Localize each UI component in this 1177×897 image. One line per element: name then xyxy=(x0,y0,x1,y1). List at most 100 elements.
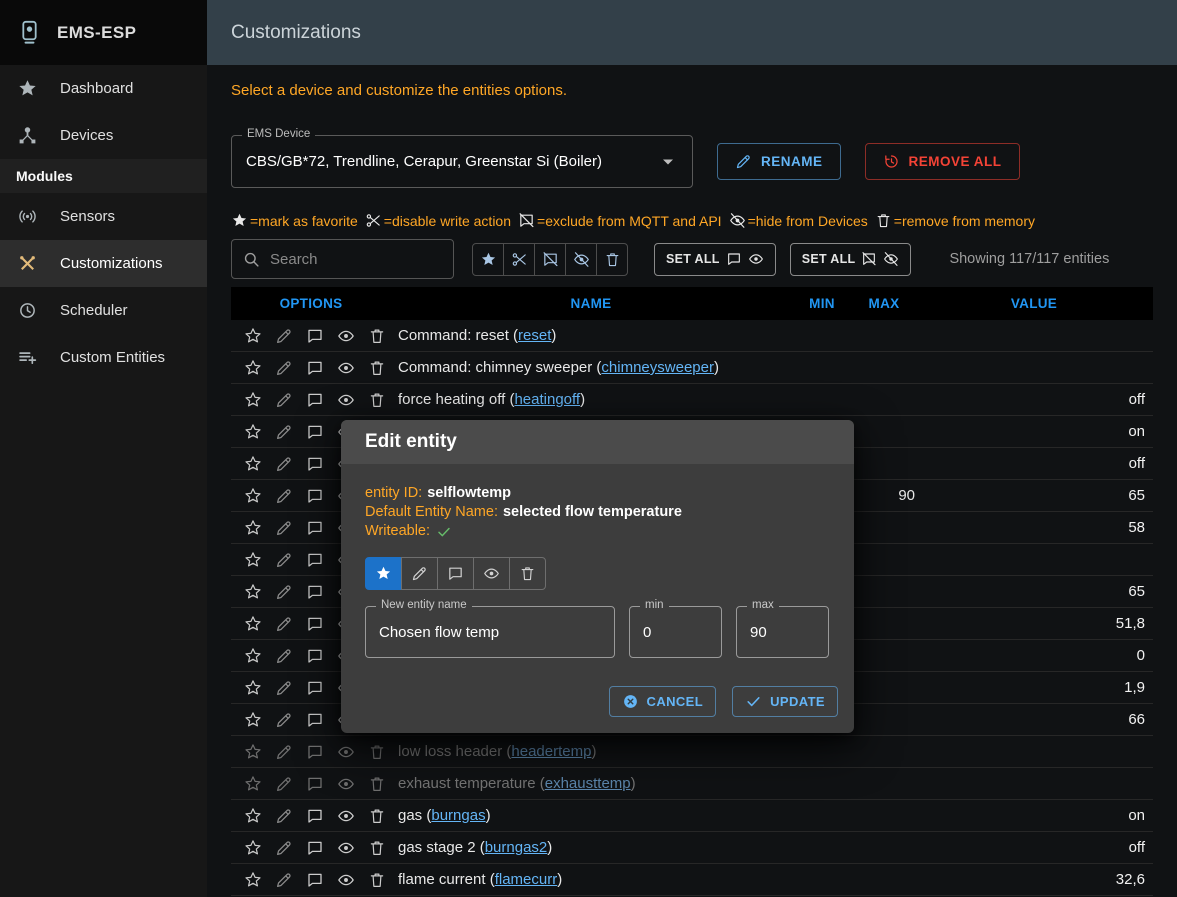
remove-from-memory-button[interactable] xyxy=(361,386,392,414)
dialog-toggle-star-button[interactable] xyxy=(365,557,402,590)
max-field[interactable]: max90 xyxy=(736,606,829,658)
favorite-star-button[interactable] xyxy=(237,866,268,894)
remove-from-memory-button[interactable] xyxy=(361,738,392,766)
remove-all-button[interactable]: REMOVE ALL xyxy=(865,143,1020,180)
favorite-star-button[interactable] xyxy=(237,482,268,510)
dialog-toggle-eye-button[interactable] xyxy=(473,557,510,590)
edit-entity-button[interactable] xyxy=(268,322,299,350)
sidebar-item-scheduler[interactable]: Scheduler xyxy=(0,287,207,334)
new-entity-name-field[interactable]: New entity nameChosen flow temp xyxy=(365,606,615,658)
remove-from-memory-button[interactable] xyxy=(361,834,392,862)
edit-entity-button[interactable] xyxy=(268,418,299,446)
mqtt-exclude-button[interactable] xyxy=(299,642,330,670)
entity-id-link[interactable]: exhausttemp xyxy=(545,775,631,792)
mqtt-exclude-button[interactable] xyxy=(299,770,330,798)
mqtt-exclude-button[interactable] xyxy=(299,418,330,446)
mqtt-exclude-button[interactable] xyxy=(299,706,330,734)
mqtt-exclude-button[interactable] xyxy=(299,610,330,638)
mqtt-exclude-button[interactable] xyxy=(299,578,330,606)
favorite-star-button[interactable] xyxy=(237,642,268,670)
remove-from-memory-button[interactable] xyxy=(361,770,392,798)
cancel-button[interactable]: CANCEL xyxy=(609,686,717,717)
search-input[interactable] xyxy=(270,251,443,268)
filter-trash-button[interactable] xyxy=(596,243,628,276)
sidebar-item-sensors[interactable]: Sensors xyxy=(0,193,207,240)
sidebar-item-devices[interactable]: Devices xyxy=(0,112,207,159)
favorite-star-button[interactable] xyxy=(237,578,268,606)
mqtt-exclude-button[interactable] xyxy=(299,834,330,862)
edit-entity-button[interactable] xyxy=(268,706,299,734)
favorite-star-button[interactable] xyxy=(237,354,268,382)
filter-scissors-button[interactable] xyxy=(503,243,535,276)
entity-id-link[interactable]: burngas xyxy=(431,807,485,824)
dialog-toggle-trash-button[interactable] xyxy=(509,557,546,590)
hide-from-devices-button[interactable] xyxy=(330,834,361,862)
favorite-star-button[interactable] xyxy=(237,802,268,830)
dialog-toggle-pencil-button[interactable] xyxy=(401,557,438,590)
mqtt-exclude-button[interactable] xyxy=(299,674,330,702)
favorite-star-button[interactable] xyxy=(237,450,268,478)
edit-entity-button[interactable] xyxy=(268,674,299,702)
mqtt-exclude-button[interactable] xyxy=(299,866,330,894)
rename-button[interactable]: RENAME xyxy=(717,143,841,180)
mqtt-exclude-button[interactable] xyxy=(299,354,330,382)
mqtt-exclude-button[interactable] xyxy=(299,514,330,542)
edit-entity-button[interactable] xyxy=(268,450,299,478)
favorite-star-button[interactable] xyxy=(237,674,268,702)
edit-entity-button[interactable] xyxy=(268,610,299,638)
mqtt-exclude-button[interactable] xyxy=(299,386,330,414)
ems-device-select[interactable]: EMS Device CBS/GB*72, Trendline, Cerapur… xyxy=(231,135,693,188)
edit-entity-button[interactable] xyxy=(268,578,299,606)
hide-from-devices-button[interactable] xyxy=(330,866,361,894)
mqtt-exclude-button[interactable] xyxy=(299,738,330,766)
entity-id-link[interactable]: flamecurr xyxy=(495,871,558,888)
sidebar-item-dashboard[interactable]: Dashboard xyxy=(0,65,207,112)
filter-star-button[interactable] xyxy=(472,243,504,276)
remove-from-memory-button[interactable] xyxy=(361,802,392,830)
favorite-star-button[interactable] xyxy=(237,386,268,414)
min-field[interactable]: min0 xyxy=(629,606,722,658)
favorite-star-button[interactable] xyxy=(237,738,268,766)
edit-entity-button[interactable] xyxy=(268,514,299,542)
entity-id-link[interactable]: headertemp xyxy=(511,743,591,760)
mqtt-exclude-button[interactable] xyxy=(299,546,330,574)
favorite-star-button[interactable] xyxy=(237,546,268,574)
entity-id-link[interactable]: burngas2 xyxy=(485,839,548,856)
entity-id-link[interactable]: heatingoff xyxy=(514,391,580,408)
entity-id-link[interactable]: chimneysweeper xyxy=(601,359,714,376)
hide-from-devices-button[interactable] xyxy=(330,322,361,350)
filter-msg-off-button[interactable] xyxy=(534,243,566,276)
favorite-star-button[interactable] xyxy=(237,322,268,350)
filter-eye-off-button[interactable] xyxy=(565,243,597,276)
remove-from-memory-button[interactable] xyxy=(361,354,392,382)
set-all-button-1[interactable]: SET ALL xyxy=(654,243,776,276)
sidebar-item-customizations[interactable]: Customizations xyxy=(0,240,207,287)
hide-from-devices-button[interactable] xyxy=(330,354,361,382)
edit-entity-button[interactable] xyxy=(268,866,299,894)
edit-entity-button[interactable] xyxy=(268,802,299,830)
favorite-star-button[interactable] xyxy=(237,706,268,734)
edit-entity-button[interactable] xyxy=(268,770,299,798)
favorite-star-button[interactable] xyxy=(237,770,268,798)
favorite-star-button[interactable] xyxy=(237,610,268,638)
edit-entity-button[interactable] xyxy=(268,482,299,510)
hide-from-devices-button[interactable] xyxy=(330,770,361,798)
search-field[interactable] xyxy=(231,239,454,279)
update-button[interactable]: UPDATE xyxy=(732,686,838,717)
edit-entity-button[interactable] xyxy=(268,834,299,862)
mqtt-exclude-button[interactable] xyxy=(299,802,330,830)
edit-entity-button[interactable] xyxy=(268,354,299,382)
dialog-toggle-msg-button[interactable] xyxy=(437,557,474,590)
hide-from-devices-button[interactable] xyxy=(330,386,361,414)
remove-from-memory-button[interactable] xyxy=(361,322,392,350)
remove-from-memory-button[interactable] xyxy=(361,866,392,894)
edit-entity-button[interactable] xyxy=(268,642,299,670)
favorite-star-button[interactable] xyxy=(237,514,268,542)
edit-entity-button[interactable] xyxy=(268,738,299,766)
edit-entity-button[interactable] xyxy=(268,386,299,414)
favorite-star-button[interactable] xyxy=(237,418,268,446)
edit-entity-button[interactable] xyxy=(268,546,299,574)
set-all-button-2[interactable]: SET ALL xyxy=(790,243,912,276)
hide-from-devices-button[interactable] xyxy=(330,802,361,830)
favorite-star-button[interactable] xyxy=(237,834,268,862)
